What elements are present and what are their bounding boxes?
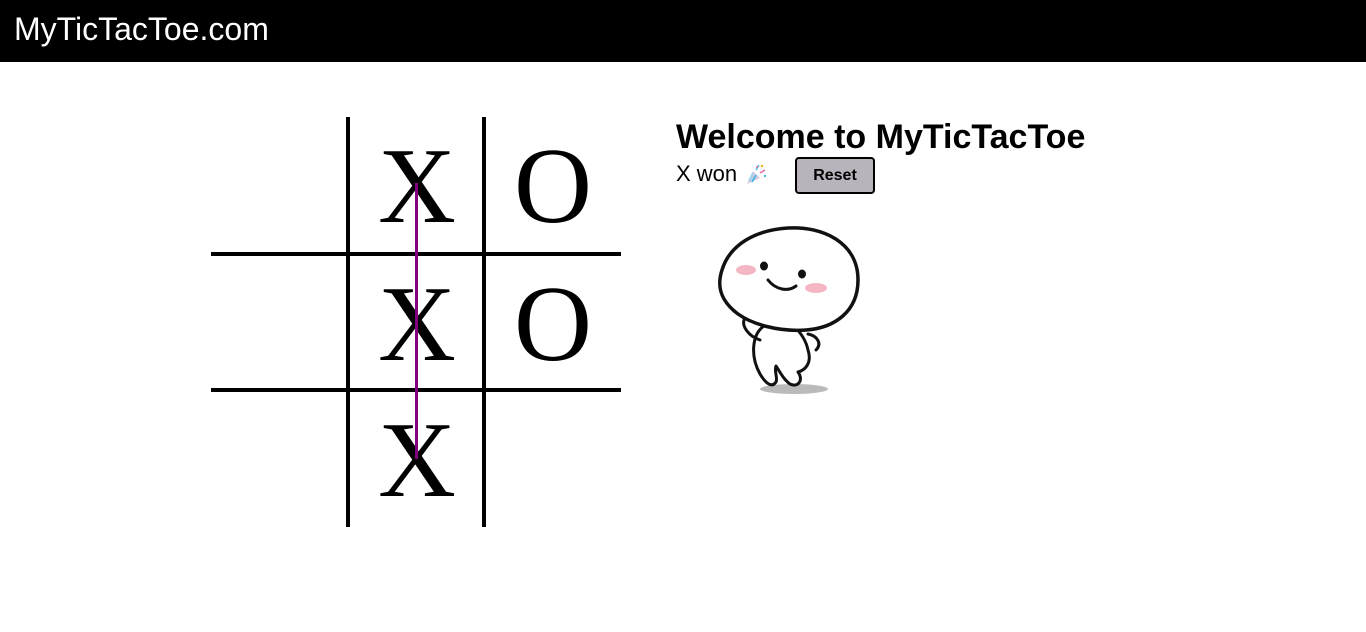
site-brand[interactable]: MyTicTacToe.com xyxy=(14,10,269,48)
board-cell-9[interactable] xyxy=(485,391,621,527)
winning-line xyxy=(415,183,418,459)
reset-button[interactable]: Reset xyxy=(795,157,875,194)
site-header: MyTicTacToe.com xyxy=(0,0,1366,62)
grid-line-vertical-2 xyxy=(482,117,486,527)
party-popper-icon xyxy=(744,162,768,186)
status-row: X won Reset xyxy=(676,157,976,197)
board-cell-6[interactable]: O xyxy=(485,255,621,391)
board-cell-1[interactable] xyxy=(211,117,347,253)
mascot-image xyxy=(712,222,868,400)
grid-line-vertical-1 xyxy=(346,117,350,527)
page-title: Welcome to MyTicTacToe xyxy=(676,118,1086,156)
info-panel: Welcome to MyTicTacToe X won Reset xyxy=(676,117,1086,194)
board-cell-3[interactable]: O xyxy=(485,117,621,253)
board-cell-4[interactable] xyxy=(211,255,347,391)
board-cell-7[interactable] xyxy=(211,391,347,527)
game-status: X won xyxy=(676,161,738,186)
game-board: X O X O X xyxy=(211,117,621,527)
